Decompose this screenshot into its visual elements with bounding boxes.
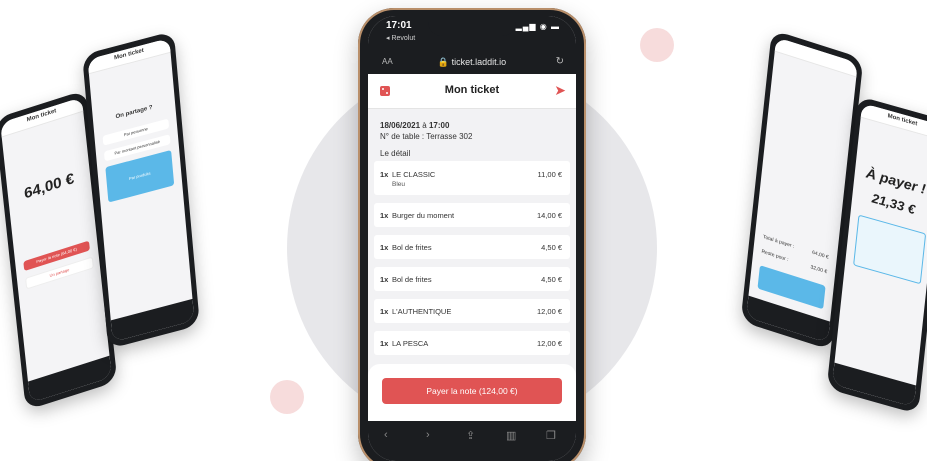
send-icon[interactable]: ➤ [554, 82, 566, 99]
status-time: 17:01 [386, 20, 412, 31]
side-screen: Mon ticket On partage ? Par personne Par… [87, 37, 195, 343]
side-title: Mon ticket [113, 47, 145, 62]
marketing-stage: Mon ticket 64,00 € Payer la note (64,00 … [0, 0, 927, 461]
forward-arrow-icon[interactable]: › [426, 429, 430, 441]
decor-dot [640, 28, 674, 62]
list-item: 1x LA PESCA 12,00 € [374, 331, 570, 355]
bookmarks-icon[interactable]: ▥ [506, 429, 516, 442]
side-title: Mon ticket [26, 108, 57, 124]
ticket-at: à [422, 121, 427, 130]
tabs-icon[interactable]: ❐ [546, 429, 556, 442]
item-price: 4,50 € [541, 243, 562, 252]
item-price: 4,50 € [541, 275, 562, 284]
ticket-table: N° de table : Terrasse 302 [380, 132, 473, 141]
list-item: 1x Bol de frites 4,50 € [374, 235, 570, 259]
item-qty: 1x [380, 211, 389, 220]
side-header [774, 37, 858, 78]
pay-bill-button[interactable]: Payer la note (124,00 €) [382, 378, 562, 404]
share-icon[interactable]: ⇪ [466, 429, 475, 442]
item-name: LA PESCA [392, 339, 429, 348]
reload-icon[interactable]: ↻ [556, 56, 564, 67]
item-qty: 1x [380, 275, 389, 284]
item-sub: Bleu [392, 181, 406, 188]
item-qty: 1x [380, 307, 389, 316]
item-name: LE CLASSIC [392, 170, 436, 179]
side-card-form[interactable] [853, 214, 926, 285]
side-toolbar [27, 355, 112, 403]
item-name: Burger du moment [392, 211, 455, 220]
item-qty: 1x [380, 339, 389, 348]
item-price: 14,00 € [536, 211, 562, 220]
url-text: 🔒 ticket.laddit.io [437, 57, 507, 67]
item-qty: 1x [380, 243, 389, 252]
list-item: 1x L'AUTHENTIQUE 12,00 € [374, 299, 570, 323]
side-header: Mon ticket [0, 97, 84, 138]
side-title: Mon ticket [887, 113, 918, 128]
list-item: 1x Bol de frites 4,50 € [374, 267, 570, 291]
phone-notch [428, 16, 516, 36]
side-amount: 64,00 € [23, 170, 75, 203]
url-value: ticket.laddit.io [451, 57, 507, 67]
back-arrow-icon[interactable]: ‹ [384, 429, 388, 441]
list-item: 1x LE CLASSIC Bleu 11,00 € [374, 161, 570, 195]
browser-toolbar: ‹ › ⇪ ▥ ❐ [368, 421, 576, 461]
side-toolbar [832, 362, 917, 408]
decor-dot [270, 380, 304, 414]
item-price: 11,00 € [537, 170, 562, 179]
ticket-date: 18/06/2021 [380, 121, 421, 130]
app-header: Mon ticket ➤ [368, 74, 576, 109]
side-toolbar [110, 298, 195, 343]
side-header: Mon ticket [87, 37, 171, 75]
item-name: Bol de frites [392, 275, 432, 284]
browser-url-bar[interactable]: AA 🔒 ticket.laddit.io ↻ [368, 52, 576, 74]
items-list: 1x LE CLASSIC Bleu 11,00 € 1x Burger du … [374, 161, 570, 363]
item-price: 12,00 € [536, 339, 562, 348]
item-name: Bol de frites [392, 243, 432, 252]
ticket-info: 18/06/2021 à 17:00 N° de table : Terrass… [380, 120, 472, 142]
list-item: 1x Burger du moment 14,00 € [374, 203, 570, 227]
center-phone: 17:01 ◂ Revolut ▂▄▆ ◉ ▬ AA 🔒 ticket.ladd… [358, 8, 586, 461]
ticket-hour: 17:00 [428, 121, 450, 130]
item-name: L'AUTHENTIQUE [392, 307, 452, 316]
side-total: 64,00 € [811, 249, 829, 261]
side-reste: 32,00 € [810, 264, 828, 276]
signal-wifi-battery-icon: ▂▄▆ ◉ ▬ [515, 22, 560, 31]
detail-label: Le détail [380, 149, 411, 158]
ticket-datetime: 18/06/2021 à 17:00 [380, 120, 472, 131]
side-header: Mon ticket [860, 102, 927, 141]
phone-screen: 17:01 ◂ Revolut ▂▄▆ ◉ ▬ AA 🔒 ticket.ladd… [368, 16, 576, 461]
pay-area: Payer la note (124,00 €) [368, 364, 576, 428]
page-title: Mon ticket [444, 84, 500, 96]
item-qty: 1x [380, 170, 389, 179]
back-to-app-link[interactable]: ◂ Revolut [386, 34, 415, 42]
item-price: 12,00 € [536, 307, 562, 316]
